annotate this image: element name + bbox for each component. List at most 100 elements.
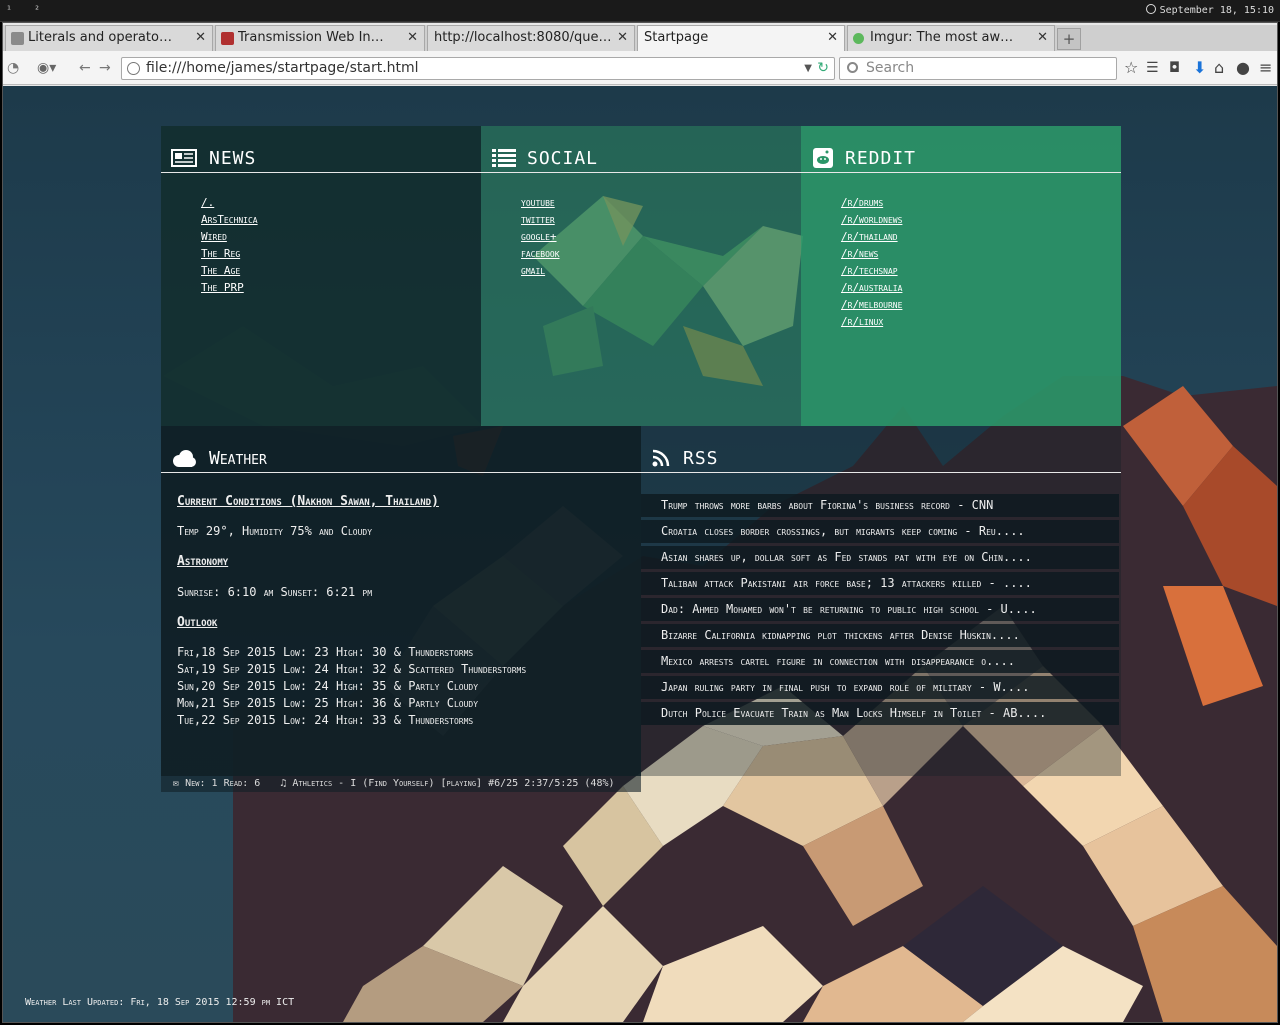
- social-link[interactable]: youtube: [521, 194, 560, 211]
- news-link[interactable]: Wired: [201, 228, 258, 245]
- imgur-icon: [853, 33, 864, 44]
- url-text: file:///home/james/startpage/start.html: [146, 60, 419, 76]
- status-line: ✉ New: 1 Read: 6 ♫ Athletics - I (Find Y…: [161, 776, 641, 792]
- search-placeholder: Search: [866, 60, 915, 76]
- reddit-link[interactable]: /r/techsnap: [841, 262, 902, 279]
- close-icon[interactable]: ✕: [1037, 26, 1048, 50]
- reddit-links: /r/drums /r/worldnews /r/thailand /r/new…: [841, 194, 902, 330]
- close-icon[interactable]: ✕: [407, 26, 418, 50]
- tab-label: Startpage: [644, 30, 709, 45]
- tab-transmission[interactable]: Transmission Web Interf... ✕: [215, 25, 425, 51]
- astronomy: Sunrise: 6:10 am Sunset: 6:21 pm: [177, 585, 373, 599]
- rss-item[interactable]: Dad: Ahmed Mohamed won't be returning to…: [641, 598, 1119, 621]
- outlook-row: Mon,21 Sep 2015 Low: 25 High: 36 & Partl…: [177, 696, 479, 710]
- news-links: /. ArsTechnica Wired The Reg The Age The…: [201, 194, 258, 296]
- download-icon[interactable]: ⬇: [1193, 57, 1206, 79]
- reload-icon[interactable]: ↻: [817, 58, 829, 79]
- social-link[interactable]: twitter: [521, 211, 560, 228]
- url-bar[interactable]: file:///home/james/startpage/start.html …: [121, 57, 835, 80]
- outlook-row: Sat,19 Sep 2015 Low: 24 High: 32 & Scatt…: [177, 662, 527, 676]
- history-icon[interactable]: ◔: [7, 59, 19, 77]
- rss-item[interactable]: Mexico arrests cartel figure in connecti…: [641, 650, 1119, 673]
- rss-panel: RSS Trump throws more barbs about Fiorin…: [641, 426, 1121, 776]
- reddit-link[interactable]: /r/worldnews: [841, 211, 902, 228]
- chevron-down-icon[interactable]: ▼: [804, 58, 812, 79]
- search-input[interactable]: Search: [839, 57, 1117, 80]
- news-link[interactable]: ArsTechnica: [201, 211, 258, 228]
- reddit-header: REDDIT: [801, 126, 1121, 173]
- workspace-2[interactable]: ²: [32, 4, 42, 18]
- news-link[interactable]: The Age: [201, 262, 258, 279]
- tab-label: Literals and operators | ...: [28, 30, 174, 45]
- rss-item[interactable]: Bizarre California kidnapping plot thick…: [641, 624, 1119, 647]
- tab-literals[interactable]: Literals and operators | ... ✕: [5, 25, 213, 51]
- social-panel: SOCIAL youtube twitter google+ facebook …: [481, 126, 801, 426]
- tab-queue[interactable]: http://localhost:8080/queue ✕: [427, 25, 635, 51]
- news-link[interactable]: The Reg: [201, 245, 258, 262]
- clock-icon: [1145, 4, 1156, 14]
- bookmarks-list-icon[interactable]: ☰: [1146, 57, 1159, 79]
- rss-item[interactable]: Taliban attack Pakistani air force base;…: [641, 572, 1119, 595]
- news-link[interactable]: The PRP: [201, 279, 258, 296]
- rss-header: RSS: [641, 426, 1121, 473]
- social-link[interactable]: gmail: [521, 262, 560, 279]
- transmission-icon: [221, 32, 234, 45]
- browser-window: Literals and operators | ... ✕ Transmiss…: [2, 22, 1278, 1023]
- rss-item[interactable]: Croatia closes border crossings, but mig…: [641, 520, 1119, 543]
- news-panel: NEWS /. ArsTechnica Wired The Reg The Ag…: [161, 126, 481, 426]
- current-conditions-heading: Current Conditions (Nakhon Sawan, Thaila…: [177, 494, 439, 509]
- mail-icon: ✉: [173, 778, 180, 789]
- reddit-link[interactable]: /r/news: [841, 245, 902, 262]
- outlook-row: Tue,22 Sep 2015 Low: 24 High: 33 & Thund…: [177, 713, 474, 727]
- new-tab-button[interactable]: +: [1057, 28, 1081, 50]
- news-link[interactable]: /.: [201, 194, 258, 211]
- reddit-link[interactable]: /r/australia: [841, 279, 902, 296]
- workspace-1[interactable]: ¹: [4, 4, 14, 18]
- system-top-bar: ¹ ² September 18, 15:10: [0, 0, 1280, 22]
- rss-item[interactable]: Trump throws more barbs about Fiorina's …: [641, 494, 1119, 517]
- reddit-panel: REDDIT /r/drums /r/worldnews /r/thailand…: [801, 126, 1121, 426]
- reddit-link[interactable]: /r/drums: [841, 194, 902, 211]
- reddit-link[interactable]: /r/linux: [841, 313, 902, 330]
- tab-imgur[interactable]: Imgur: The most aweso... ✕: [847, 25, 1055, 51]
- back-button[interactable]: ←: [79, 59, 91, 77]
- social-link[interactable]: facebook: [521, 245, 560, 262]
- close-icon[interactable]: ✕: [617, 26, 628, 50]
- weather-updated: Weather Last Updated: Fri, 18 Sep 2015 1…: [25, 997, 295, 1008]
- outlook-row: Sun,20 Sep 2015 Low: 24 High: 35 & Partl…: [177, 679, 479, 693]
- reddit-title: REDDIT: [845, 148, 917, 169]
- navigation-bar: ◔ ◉▾ ← → file:///home/james/startpage/st…: [3, 51, 1277, 85]
- rss-item[interactable]: Dutch Police Evacuate Train as Man Locks…: [641, 702, 1119, 725]
- rss-item[interactable]: Japan ruling party in final push to expa…: [641, 676, 1119, 699]
- clock-text: September 18, 15:10: [1159, 5, 1274, 16]
- list-icon: [492, 149, 516, 167]
- tab-label: Transmission Web Interf...: [238, 30, 386, 45]
- tab-strip: Literals and operators | ... ✕ Transmiss…: [3, 25, 1277, 52]
- social-header: SOCIAL: [481, 126, 801, 173]
- close-icon[interactable]: ✕: [195, 26, 206, 50]
- reddit-link[interactable]: /r/melbourne: [841, 296, 902, 313]
- menu-icon[interactable]: ≡: [1259, 57, 1272, 79]
- rss-title: RSS: [683, 448, 719, 469]
- chat-icon[interactable]: ●: [1236, 57, 1250, 79]
- rss-item[interactable]: Asian shares up, dollar soft as Fed stan…: [641, 546, 1119, 569]
- tab-startpage[interactable]: Startpage ✕: [637, 25, 845, 52]
- outlook-heading: Outlook: [177, 615, 218, 630]
- bookmark-star-icon[interactable]: ☆: [1124, 57, 1138, 79]
- weather-title: Weather: [209, 448, 267, 469]
- globe-icon: [127, 62, 140, 75]
- social-link[interactable]: google+: [521, 228, 560, 245]
- music-note-icon: ♫: [280, 778, 287, 789]
- forward-button[interactable]: →: [99, 59, 111, 77]
- astronomy-heading: Astronomy: [177, 554, 229, 569]
- music-status: Athletics - I (Find Yourself) [playing] …: [292, 778, 615, 789]
- identity-icon[interactable]: ◉▾: [37, 59, 56, 77]
- pocket-icon[interactable]: ◘: [1169, 57, 1180, 79]
- page-content: NEWS /. ArsTechnica Wired The Reg The Ag…: [3, 86, 1277, 1022]
- tab-label: Imgur: The most aweso...: [870, 30, 1016, 45]
- reddit-link[interactable]: /r/thailand: [841, 228, 902, 245]
- close-icon[interactable]: ✕: [827, 26, 838, 50]
- cloud-icon: [173, 450, 196, 467]
- rss-icon: [652, 449, 670, 467]
- home-icon[interactable]: ⌂: [1214, 57, 1224, 79]
